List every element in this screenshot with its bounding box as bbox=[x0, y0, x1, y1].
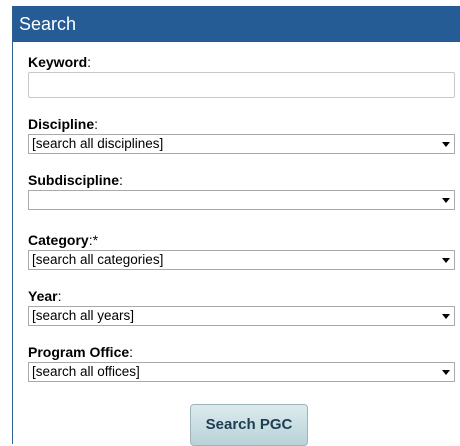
chevron-down-icon bbox=[442, 314, 450, 319]
discipline-selected-value: [search all disciplines] bbox=[32, 136, 164, 151]
discipline-field-group: Discipline: [search all disciplines] bbox=[28, 116, 455, 154]
keyword-label: Keyword: bbox=[28, 54, 92, 70]
keyword-input[interactable] bbox=[28, 72, 455, 98]
discipline-label: Discipline: bbox=[28, 116, 99, 132]
program-office-label: Program Office: bbox=[28, 344, 134, 360]
category-label: Category:* bbox=[28, 232, 99, 248]
category-select[interactable]: [search all categories] bbox=[28, 250, 455, 270]
chevron-down-icon bbox=[442, 142, 450, 147]
search-pgc-button[interactable]: Search PGC bbox=[190, 404, 308, 446]
program-office-field-group: Program Office: [search all offices] bbox=[28, 344, 455, 382]
panel-header: Search bbox=[13, 6, 460, 42]
chevron-down-icon bbox=[442, 198, 450, 203]
year-label: Year: bbox=[28, 288, 62, 304]
category-selected-value: [search all categories] bbox=[32, 252, 164, 267]
discipline-select[interactable]: [search all disciplines] bbox=[28, 134, 455, 154]
search-panel: Search Keyword: Discipline: [search all … bbox=[12, 6, 460, 446]
program-office-select[interactable]: [search all offices] bbox=[28, 362, 455, 382]
year-select[interactable]: [search all years] bbox=[28, 306, 455, 326]
year-selected-value: [search all years] bbox=[32, 308, 135, 323]
panel-title: Search bbox=[19, 14, 77, 34]
chevron-down-icon bbox=[442, 258, 450, 263]
chevron-down-icon bbox=[442, 370, 450, 375]
program-office-selected-value: [search all offices] bbox=[32, 364, 140, 379]
subdiscipline-field-group: Subdiscipline: bbox=[28, 172, 455, 210]
subdiscipline-select[interactable] bbox=[28, 190, 455, 210]
subdiscipline-label: Subdiscipline: bbox=[28, 172, 123, 188]
year-field-group: Year: [search all years] bbox=[28, 288, 455, 326]
category-field-group: Category:* [search all categories] bbox=[28, 232, 455, 270]
keyword-field-group: Keyword: bbox=[28, 54, 455, 98]
